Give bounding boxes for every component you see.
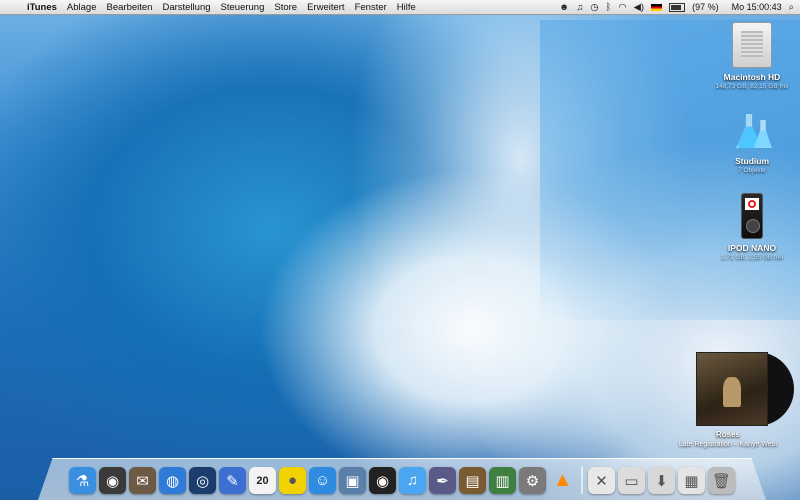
menu-hilfe[interactable]: Hilfe <box>392 2 421 13</box>
desktop-icon-sub: 1,71 GB, 2,55 GB frei <box>720 254 784 261</box>
menu-steuerung[interactable]: Steuerung <box>216 2 270 13</box>
dock-separator <box>581 466 583 494</box>
menu-store[interactable]: Store <box>269 2 302 13</box>
dvd-player-icon[interactable]: ◉ <box>369 467 396 494</box>
battery-icon[interactable] <box>669 2 686 12</box>
documents-folder-icon[interactable]: ✕ <box>588 467 615 494</box>
time-machine-icon[interactable]: ◷ <box>590 2 598 13</box>
menu-erweitert[interactable]: Erweitert <box>302 2 349 13</box>
finder-icon[interactable]: ⚗ <box>69 467 96 494</box>
desktop-icon-studium[interactable]: Studium 7 Objekte <box>707 108 797 175</box>
bluetooth-icon[interactable]: ᛒ <box>606 2 612 13</box>
menu-fenster[interactable]: Fenster <box>350 2 392 13</box>
network-globe-icon[interactable]: ◎ <box>189 467 216 494</box>
desktop-icon-label: Macintosh HD <box>723 72 781 82</box>
photo-folder-icon[interactable]: ▦ <box>678 467 705 494</box>
music-note-status-icon[interactable]: ♫ <box>576 2 583 13</box>
itunes-icon[interactable]: ☺ <box>309 467 336 494</box>
vlc-cone-icon[interactable]: ▲ <box>549 467 576 494</box>
dock: ⚗ ◉ ✉ ◍ ◎ ✎ 20 ● ☺ ▣ ◉ ♫ ✒ ▤ ▥ ⚙ ▲ ✕ ▭ ⬇ ▦ 🗑 <box>38 458 766 500</box>
now-playing-artist: Late Registration – Kanye West <box>678 441 778 448</box>
menu-app-itunes[interactable]: iTunes <box>22 2 62 13</box>
menu-bar: iTunes Ablage Bearbeiten Darstellung Ste… <box>0 0 800 15</box>
script-editor-icon[interactable]: ✒ <box>429 467 456 494</box>
ipod-icon <box>741 193 763 239</box>
spotlight-search-icon[interactable]: ⌕ <box>789 2 794 13</box>
dashboard-icon[interactable]: ◉ <box>99 467 126 494</box>
volume-icon[interactable]: ◀) <box>634 2 644 13</box>
flask-folder-icon <box>732 108 772 152</box>
battery-percent[interactable]: (97 %) <box>692 2 719 12</box>
adium-duck-icon[interactable]: ● <box>279 467 306 494</box>
album-cover <box>680 350 794 426</box>
safari-icon[interactable]: ◍ <box>159 467 186 494</box>
menu-darstellung[interactable]: Darstellung <box>157 2 215 13</box>
desktop-icon-label: Studium <box>735 156 769 166</box>
grapher-icon[interactable]: ▥ <box>489 467 516 494</box>
user-icon[interactable]: ☻ <box>559 2 569 13</box>
trash-icon[interactable]: 🗑 <box>708 467 735 494</box>
now-playing-title: Roses <box>715 430 740 439</box>
desktop-icon-label: IPOD NANO <box>727 243 777 253</box>
textedit-icon[interactable]: ✎ <box>219 467 246 494</box>
mail-icon[interactable]: ✉ <box>129 467 156 494</box>
hard-drive-icon <box>732 22 772 68</box>
folder-icon[interactable]: ▭ <box>618 467 645 494</box>
system-preferences-icon[interactable]: ⚙ <box>519 467 546 494</box>
now-playing-widget[interactable]: Roses Late Registration – Kanye West <box>668 350 794 449</box>
desktop-icon-sub: 148,73 GB, 82,15 GB frei <box>715 83 789 90</box>
desktop-icon-sub: 7 Objekte <box>738 167 766 174</box>
music-note-icon[interactable]: ♫ <box>399 467 426 494</box>
ical-icon[interactable]: 20 <box>249 467 276 494</box>
iphoto-icon[interactable]: ▣ <box>339 467 366 494</box>
desktop-icon-macintosh-hd[interactable]: Macintosh HD 148,73 GB, 82,15 GB frei <box>707 22 797 91</box>
wifi-icon[interactable]: ◠ <box>618 2 626 13</box>
keynote-icon[interactable]: ▤ <box>459 467 486 494</box>
desktop-icon-ipod-nano[interactable]: IPOD NANO 1,71 GB, 2,55 GB frei <box>707 193 797 262</box>
status-area: ☻ ♫ ◷ ᛒ ◠ ◀) (97 %) Mo 15:00:43 ⌕ <box>559 2 800 13</box>
menu-clock[interactable]: Mo 15:00:43 <box>732 2 782 12</box>
menu-ablage[interactable]: Ablage <box>62 2 102 13</box>
album-art <box>696 352 768 426</box>
german-flag-input-icon[interactable] <box>651 3 663 11</box>
downloads-folder-icon[interactable]: ⬇ <box>648 467 675 494</box>
menu-bearbeiten[interactable]: Bearbeiten <box>102 2 158 13</box>
